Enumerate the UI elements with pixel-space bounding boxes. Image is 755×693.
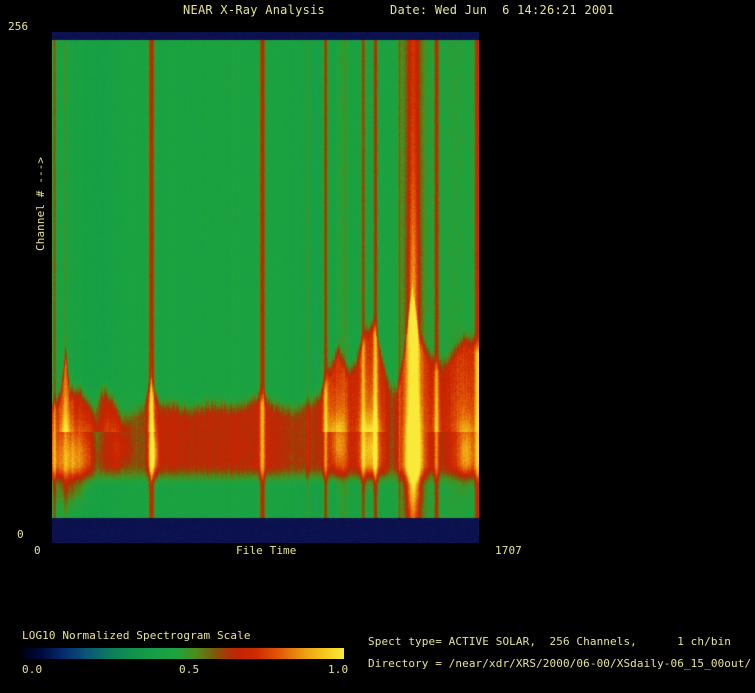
y-axis-max-label: 256 <box>8 21 28 33</box>
directory-line: Directory = /near/xdr/XRS/2000/06-00/XSd… <box>368 658 751 670</box>
spect-type-line: Spect type= ACTIVE SOLAR, 256 Channels, … <box>368 636 731 648</box>
colorbar-tick-1: 1.0 <box>328 664 348 676</box>
colorbar-title: LOG10 Normalized Spectrogram Scale <box>22 630 251 642</box>
x-axis-max-label: 1707 <box>495 545 522 557</box>
colorbar-tick-05: 0.5 <box>179 664 199 676</box>
x-axis-title: File Time <box>236 545 297 557</box>
spectrogram-canvas <box>52 32 479 543</box>
colorbar-tick-0: 0.0 <box>22 664 42 676</box>
page-title: NEAR X-Ray Analysis <box>183 4 325 16</box>
xray-analysis-window: NEAR X-Ray Analysis Date: Wed Jun 6 14:2… <box>0 0 755 693</box>
colorbar-gradient <box>22 648 344 659</box>
y-axis-min-label: 0 <box>17 529 24 541</box>
x-axis-min-label: 0 <box>34 545 41 557</box>
date-label: Date: Wed Jun 6 14:26:21 2001 <box>390 4 614 16</box>
